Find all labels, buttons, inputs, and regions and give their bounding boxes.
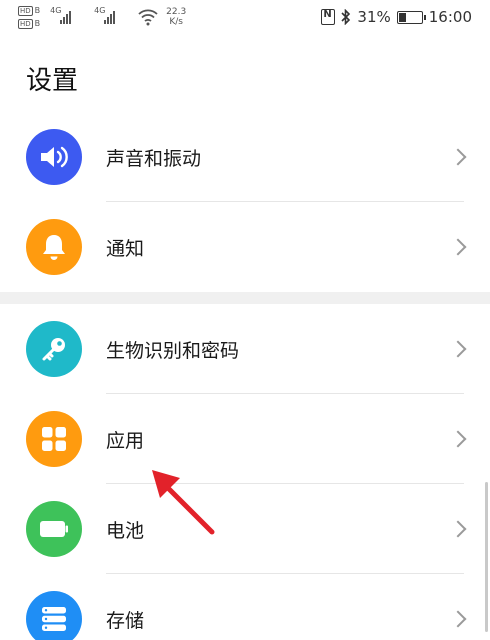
- chevron-right-icon: [449, 340, 467, 358]
- chevron-right-icon: [449, 610, 467, 628]
- speed-value: 22.3: [166, 7, 187, 17]
- hd-badge-2: HD B: [18, 19, 40, 29]
- settings-item-biometrics[interactable]: 生物识别和密码: [0, 304, 490, 394]
- battery-icon: [40, 521, 68, 537]
- icon-circle: [26, 321, 82, 377]
- bluetooth-icon: [341, 9, 351, 25]
- settings-item-battery[interactable]: 电池: [0, 484, 490, 574]
- chevron-right-icon: [449, 148, 467, 166]
- settings-item-label: 生物识别和密码: [106, 339, 240, 362]
- settings-item-label: 通知: [106, 237, 145, 260]
- settings-item-storage[interactable]: 存储: [0, 574, 490, 640]
- icon-circle: [26, 411, 82, 467]
- hd-label: HD: [18, 19, 33, 29]
- battery-status-icon: [396, 10, 426, 24]
- status-right: 31% 16:00: [321, 8, 472, 26]
- settings-item-notifications[interactable]: 通知: [0, 202, 490, 292]
- settings-group-2: 生物识别和密码 应用 电池 存储: [0, 304, 490, 640]
- settings-item-label: 应用: [106, 429, 145, 452]
- settings-item-sound[interactable]: 声音和振动: [0, 112, 490, 202]
- hd-badges: HD B HD B: [18, 6, 40, 29]
- icon-circle: [26, 501, 82, 557]
- hd-badge-1: HD B: [18, 6, 40, 16]
- speed-unit: K/s: [169, 17, 183, 27]
- network-speed: 22.3 K/s: [166, 7, 186, 27]
- chevron-right-icon: [449, 520, 467, 538]
- hd-label: HD: [18, 6, 33, 16]
- icon-circle: [26, 591, 82, 640]
- chevron-right-icon: [449, 238, 467, 256]
- bell-icon: [43, 235, 65, 260]
- storage-icon: [42, 607, 66, 631]
- group-separator: [0, 292, 490, 304]
- wifi-icon: [138, 9, 158, 26]
- icon-circle: [26, 219, 82, 275]
- icon-circle: [26, 129, 82, 185]
- hd-sub: B: [34, 19, 41, 28]
- settings-item-label: 存储: [106, 609, 145, 632]
- settings-group-1: 声音和振动 通知: [0, 112, 490, 292]
- signal-1-icon: 4G: [50, 6, 82, 26]
- key-icon: [42, 338, 65, 361]
- apps-grid-icon: [42, 427, 66, 451]
- settings-item-label: 电池: [106, 519, 145, 542]
- settings-item-label: 声音和振动: [106, 147, 202, 170]
- annotation-arrow-icon: [152, 470, 215, 535]
- signal-2-icon: 4G: [94, 6, 126, 26]
- status-left: HD B HD B 4G 4G 22.3 K/s: [18, 6, 186, 34]
- nfc-icon: [321, 9, 336, 25]
- battery-percent: 31%: [357, 8, 391, 26]
- speaker-icon: [41, 146, 68, 168]
- clock: 16:00: [428, 8, 472, 26]
- settings-item-apps[interactable]: 应用: [0, 394, 490, 484]
- page-title: 设置: [26, 66, 79, 96]
- scrollbar[interactable]: [485, 482, 488, 632]
- hd-sub: B: [34, 6, 41, 15]
- battery-fill: [398, 12, 406, 22]
- status-bar: HD B HD B 4G 4G 22.3 K/s N 31% 16:00: [0, 0, 490, 38]
- chevron-right-icon: [449, 430, 467, 448]
